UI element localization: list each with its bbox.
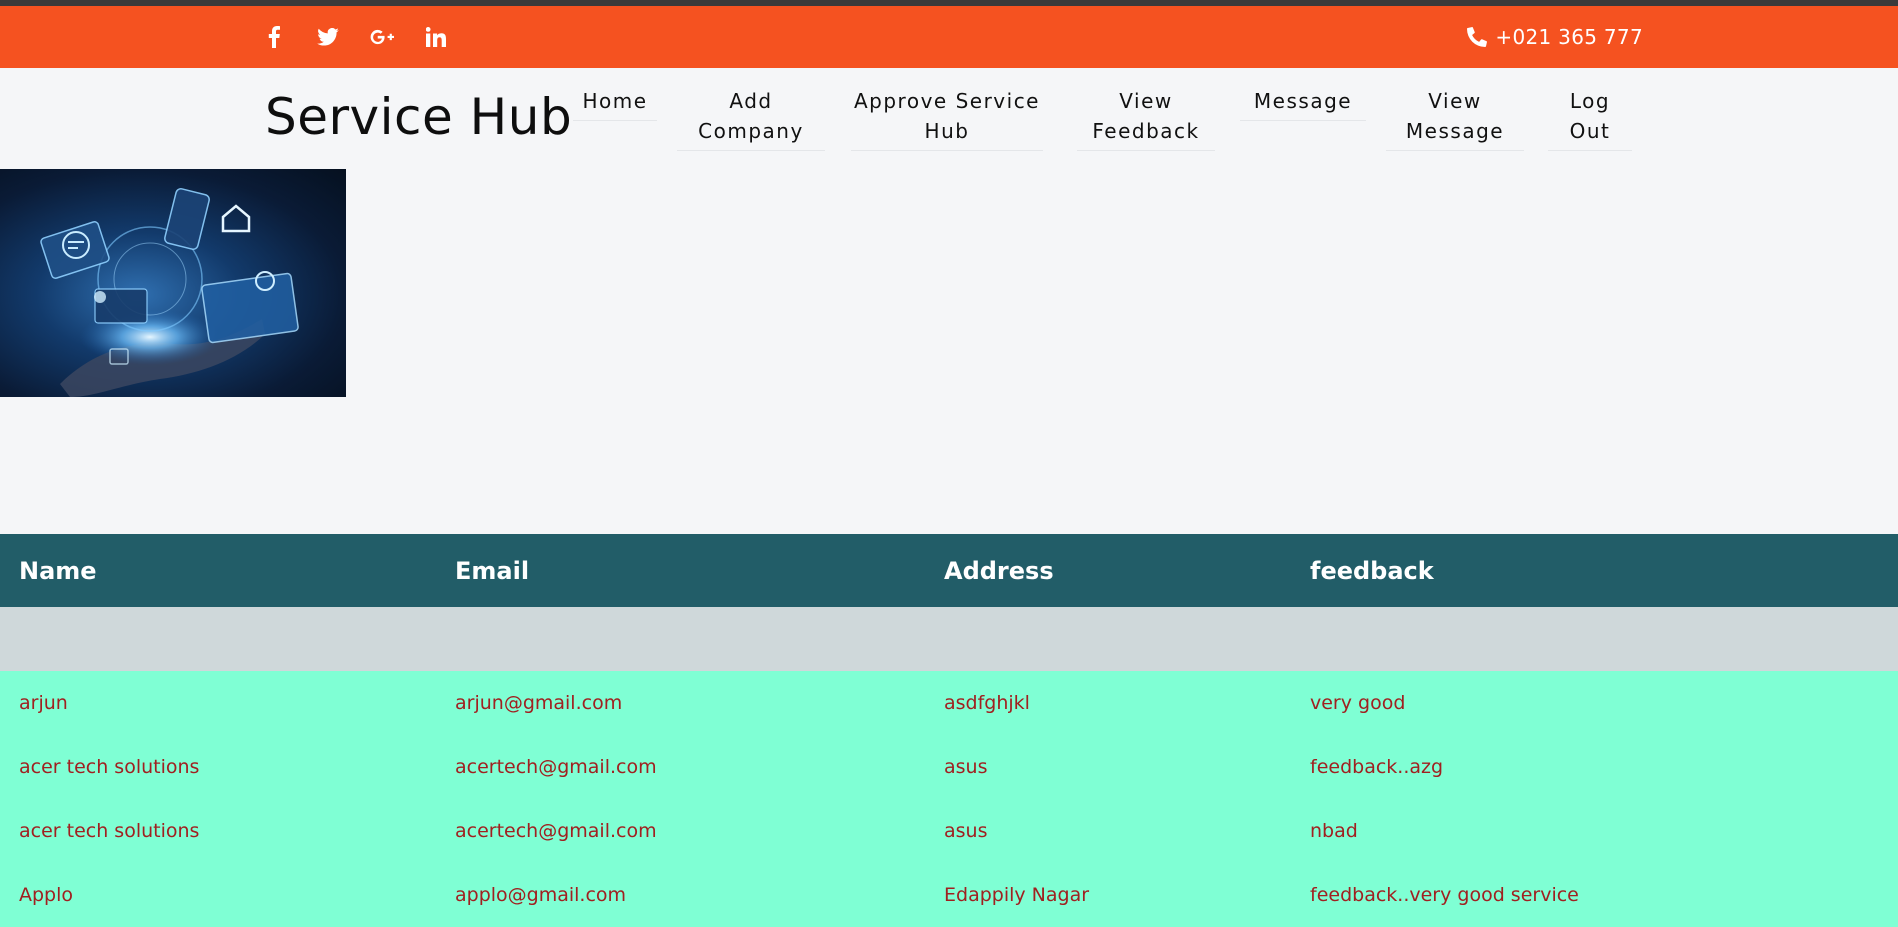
nav-add-company[interactable]: Add Company <box>677 86 825 151</box>
column-header-feedback: feedback <box>1310 556 1434 585</box>
cell-address: asus <box>944 820 988 842</box>
column-header-name: Name <box>19 556 97 585</box>
social-links <box>262 6 478 68</box>
nav-label: Approve Service <box>853 89 1040 113</box>
cell-email: arjun@gmail.com <box>455 692 623 714</box>
column-header-address: Address <box>944 556 1054 585</box>
cell-feedback: feedback..azg <box>1310 756 1444 778</box>
table-row: Applo applo@gmail.com Edappily Nagar fee… <box>0 863 1898 927</box>
cell-name: arjun <box>19 692 68 714</box>
feedback-table: Name Email Address feedback arjun arjun@… <box>0 534 1898 927</box>
cell-address: Edappily Nagar <box>944 884 1090 906</box>
hero-image <box>0 169 346 397</box>
nav-label: Log <box>1569 89 1611 113</box>
nav-log-out[interactable]: Log Out <box>1548 86 1632 151</box>
nav-home[interactable]: Home <box>573 86 657 121</box>
cell-feedback: feedback..very good service <box>1310 884 1579 906</box>
cell-name: acer tech solutions <box>19 756 200 778</box>
cell-address: asus <box>944 756 988 778</box>
nav-message[interactable]: Message <box>1240 86 1366 121</box>
nav-label: Message <box>1405 119 1505 143</box>
phone-icon <box>1467 27 1488 47</box>
table-header-row: Name Email Address feedback <box>0 534 1898 607</box>
nav-label: View <box>1119 89 1173 113</box>
phone-number: +021 365 777 <box>1495 25 1643 49</box>
linkedin-icon[interactable] <box>424 25 448 49</box>
facebook-icon[interactable] <box>262 25 286 49</box>
column-header-email: Email <box>455 556 530 585</box>
brand-logo[interactable]: Service Hub <box>265 88 572 146</box>
google-plus-icon[interactable] <box>370 25 394 49</box>
nav-label: Add <box>729 89 773 113</box>
cell-name: acer tech solutions <box>19 820 200 842</box>
nav-view-message[interactable]: View Message <box>1386 86 1524 151</box>
nav-label: Home <box>582 89 648 113</box>
nav-label: Company <box>698 119 804 143</box>
cell-address: asdfghjkl <box>944 692 1030 714</box>
twitter-icon[interactable] <box>316 25 340 49</box>
phone-contact[interactable]: +021 365 777 <box>1467 6 1643 68</box>
cell-name: Applo <box>19 884 74 906</box>
table-row: arjun arjun@gmail.com asdfghjkl very goo… <box>0 671 1898 735</box>
nav-label: Message <box>1253 89 1353 113</box>
nav-label: Out <box>1569 119 1611 143</box>
nav-view-feedback[interactable]: View Feedback <box>1077 86 1215 151</box>
nav-label: View <box>1428 89 1482 113</box>
cell-email: acertech@gmail.com <box>455 820 657 842</box>
cell-email: applo@gmail.com <box>455 884 627 906</box>
table-row: acer tech solutions acertech@gmail.com a… <box>0 735 1898 799</box>
cell-feedback: very good <box>1310 692 1406 714</box>
nav-approve-service-hub[interactable]: Approve Service Hub <box>851 86 1043 151</box>
cell-email: acertech@gmail.com <box>455 756 657 778</box>
topbar: +021 365 777 <box>0 6 1898 68</box>
nav-label: Hub <box>924 119 970 143</box>
cell-feedback: nbad <box>1310 820 1358 842</box>
nav-label: Feedback <box>1092 119 1200 143</box>
table-row: acer tech solutions acertech@gmail.com a… <box>0 799 1898 863</box>
